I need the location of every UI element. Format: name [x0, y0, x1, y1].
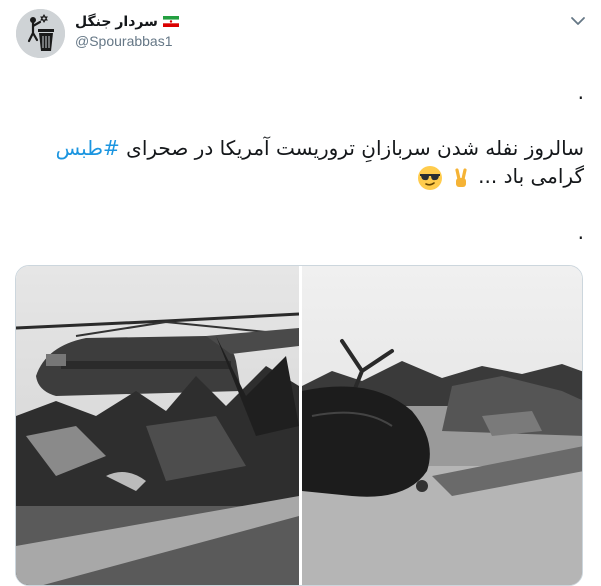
user-handle[interactable]: @Spourabbas1	[75, 33, 179, 49]
tweet-line-2-text: گرامی باد ...	[478, 164, 584, 188]
photo-helicopter-wreck[interactable]	[16, 266, 299, 585]
tweet-line-1: سالروز نفله شدن سربازانِ تروریست آمریکا …	[16, 134, 584, 162]
user-info[interactable]: سردار جنگل @Spourabbas1	[75, 11, 179, 49]
victory-hand-icon	[455, 167, 467, 187]
trash-can-star-icon	[16, 9, 65, 58]
tweet-line-1-text: سالروز نفله شدن سربازانِ تروریست آمریکا …	[119, 136, 584, 160]
photo-wreckage-field[interactable]	[302, 266, 582, 585]
display-name[interactable]: سردار جنگل	[75, 13, 158, 30]
media-grid	[15, 265, 583, 586]
tweet-card: سردار جنگل @Spourabbas1 . سالروز نفله شد…	[0, 0, 601, 586]
tweet-line-dot-2: .	[577, 220, 584, 244]
hashtag-link[interactable]: #طبس	[56, 136, 120, 160]
sunglasses-face-icon	[418, 165, 443, 190]
tweet-line-2: گرامی باد ...	[16, 162, 584, 190]
tweet-text: . سالروز نفله شدن سربازانِ تروریست آمریک…	[16, 78, 584, 246]
iran-flag-icon	[162, 15, 179, 27]
chevron-down-icon[interactable]	[569, 12, 587, 30]
avatar[interactable]	[16, 9, 65, 58]
tweet-line-dot: .	[577, 80, 584, 104]
